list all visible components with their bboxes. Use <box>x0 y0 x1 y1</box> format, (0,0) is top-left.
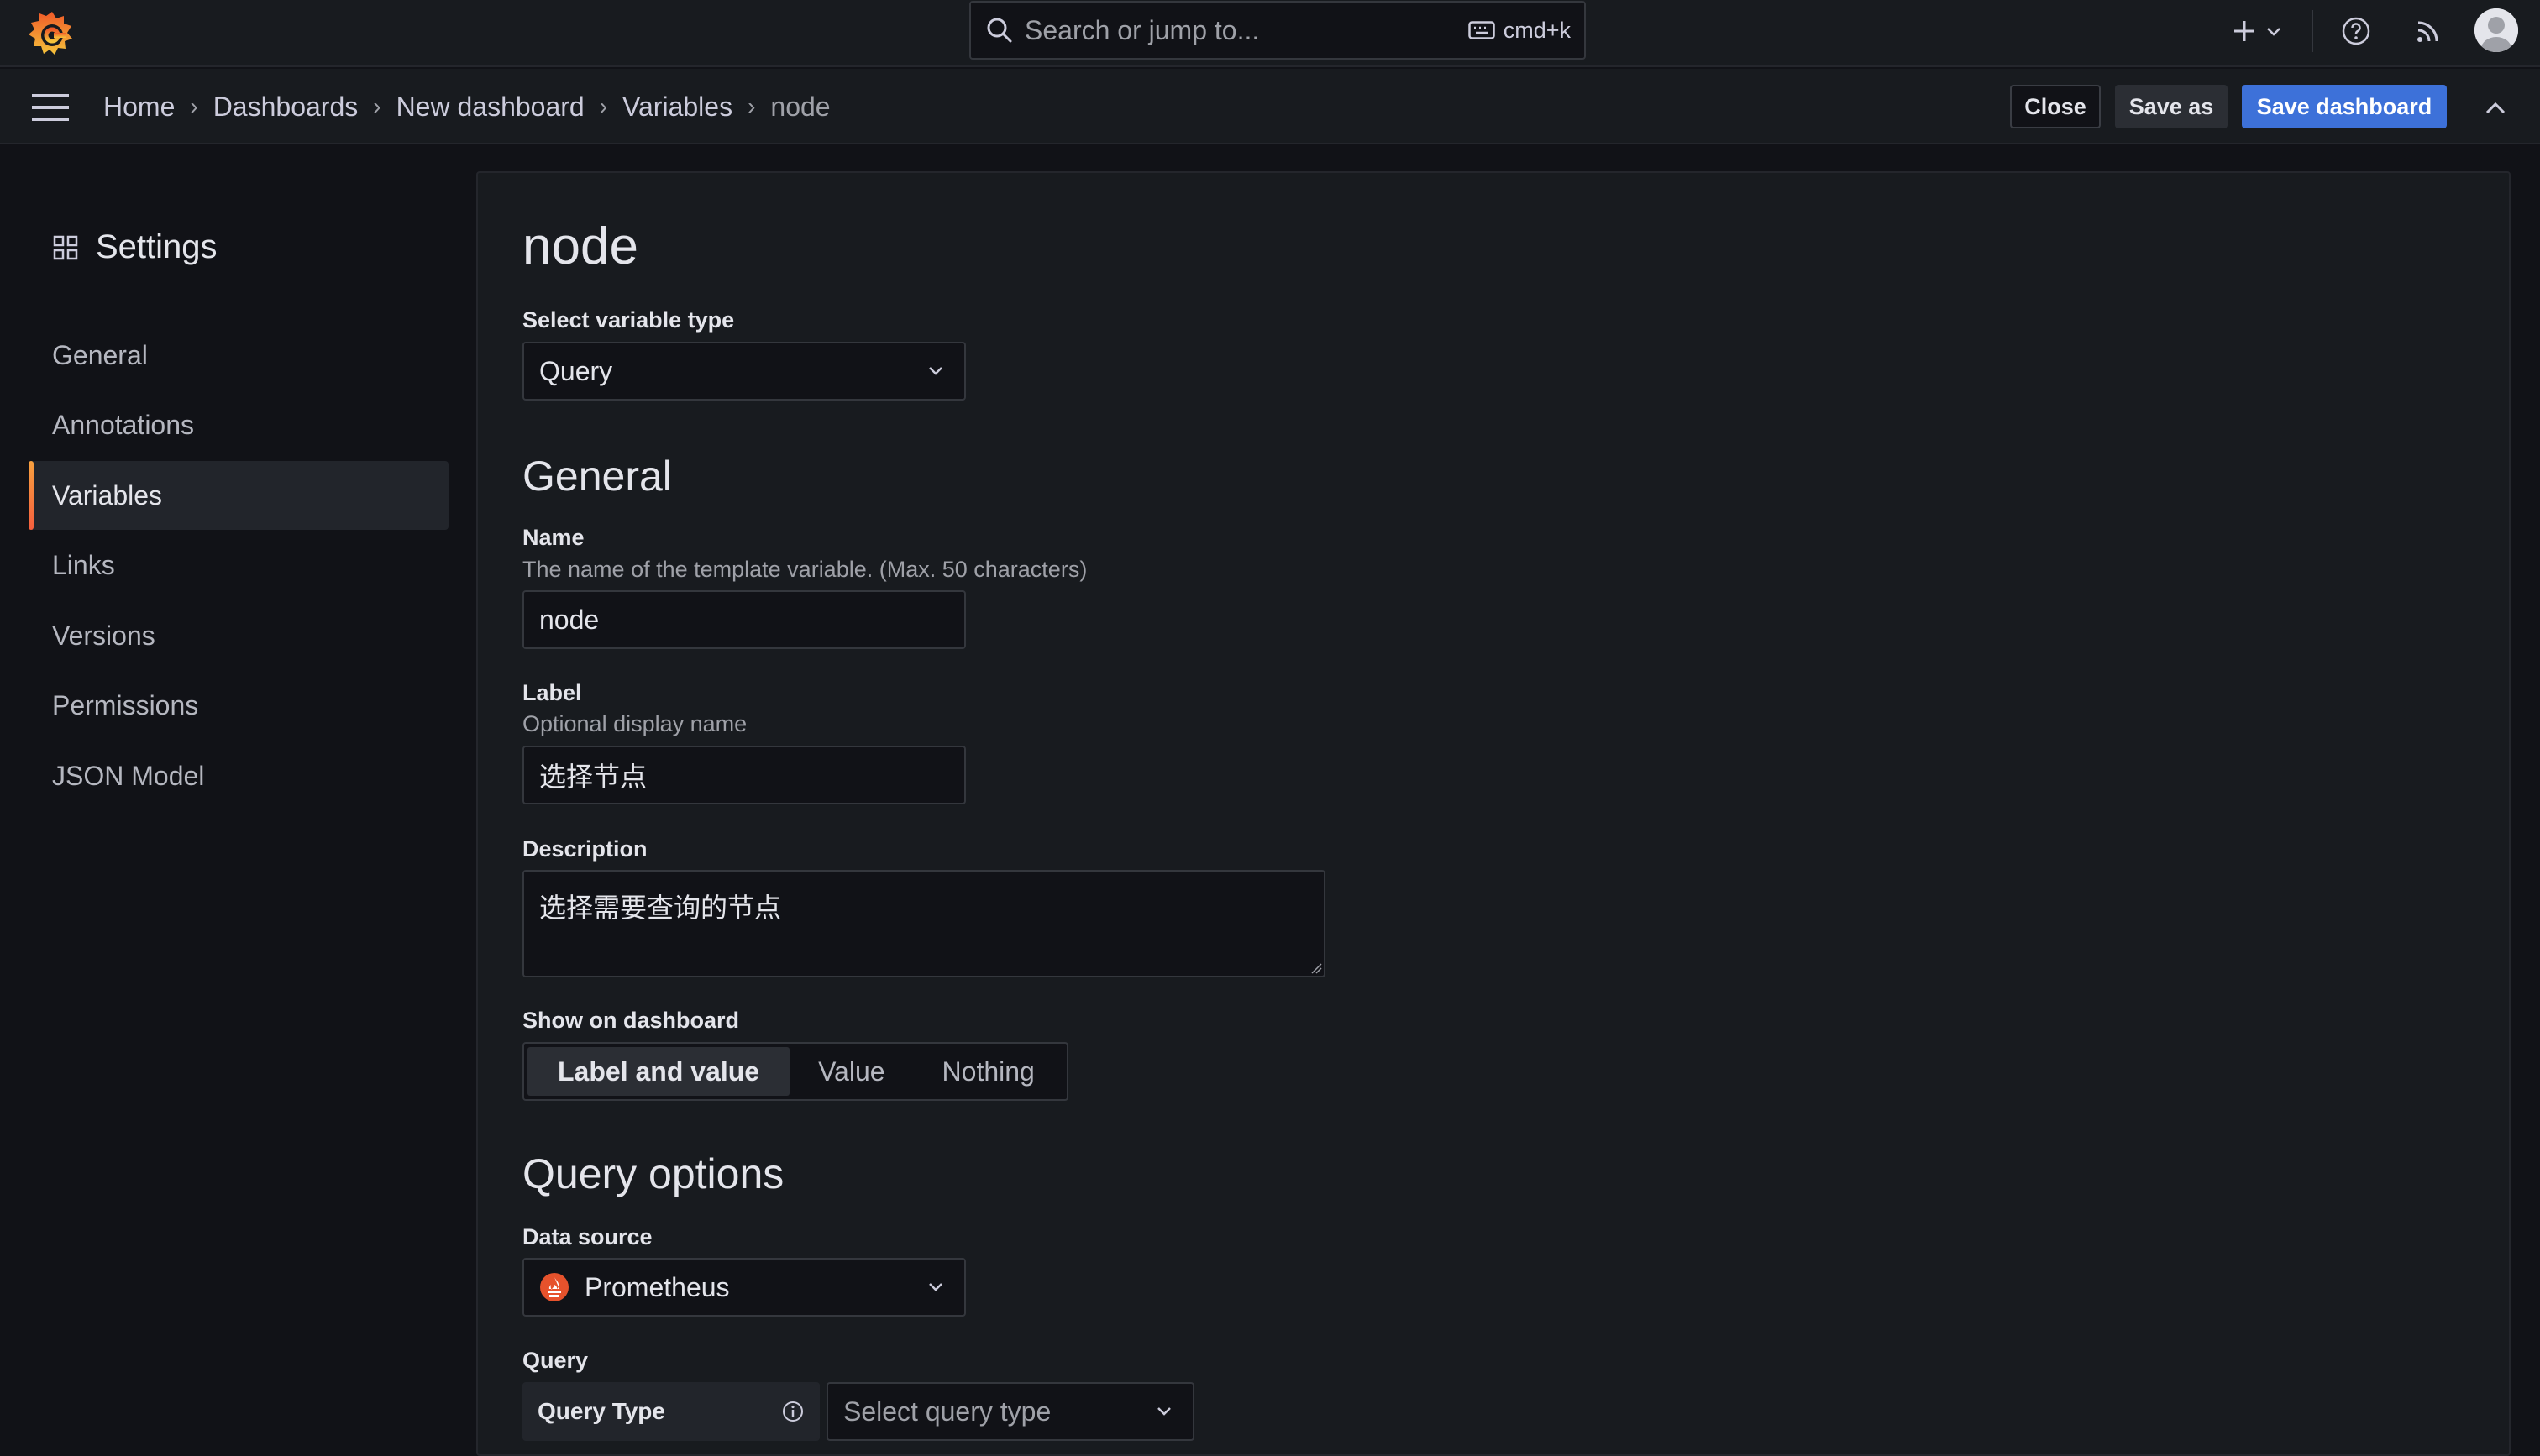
query-type-select[interactable]: Select query type <box>827 1382 1194 1441</box>
variable-type-value: Query <box>539 355 613 386</box>
breadcrumb-current: node <box>770 91 831 122</box>
settings-title-text: Settings <box>96 228 218 265</box>
prometheus-icon <box>540 1273 569 1301</box>
sidebar-item-annotations[interactable]: Annotations <box>29 390 449 459</box>
save-as-button[interactable]: Save as <box>2115 85 2228 128</box>
info-icon[interactable] <box>781 1400 805 1423</box>
description-textarea[interactable]: 选择需要查询的节点 <box>522 870 1325 977</box>
variable-type-label: Select variable type <box>522 307 735 333</box>
variable-type-select[interactable]: Query <box>522 342 966 401</box>
data-source-value: Prometheus <box>585 1271 730 1302</box>
chevron-down-icon <box>1157 1407 1171 1416</box>
sidebar-item-variables[interactable]: Variables <box>29 461 449 530</box>
label-input-value: 选择节点 <box>539 762 648 792</box>
shortcut-text: cmd+k <box>1503 17 1571 43</box>
toolbar-divider <box>2312 10 2313 52</box>
breadcrumb-home[interactable]: Home <box>103 92 175 123</box>
top-bar: Search or jump to... cmd+k <box>0 0 2540 67</box>
query-label: Query <box>522 1348 589 1373</box>
help-icon <box>2342 17 2370 45</box>
chevron-up-icon[interactable] <box>2481 94 2510 123</box>
radio-value[interactable]: Value <box>790 1047 913 1096</box>
apps-grid-icon <box>53 235 78 259</box>
resize-handle-icon[interactable] <box>1310 962 1322 974</box>
description-label: Description <box>522 836 648 862</box>
plus-icon <box>2234 21 2254 41</box>
chevron-down-icon <box>929 1283 942 1291</box>
search-icon <box>987 18 1012 43</box>
search-input[interactable]: Search or jump to... cmd+k <box>969 1 1586 60</box>
chevron-down-icon <box>929 367 942 375</box>
grafana-logo-icon[interactable] <box>25 7 79 60</box>
name-input-value: node <box>539 604 600 635</box>
search-placeholder: Search or jump to... <box>1025 14 1260 45</box>
page-title: node <box>522 217 638 275</box>
news-button[interactable] <box>2407 12 2449 50</box>
breadcrumb-separator-icon: › <box>748 93 756 119</box>
name-input[interactable]: node <box>522 590 966 649</box>
data-source-select[interactable]: Prometheus <box>522 1258 966 1317</box>
hamburger-menu-icon[interactable] <box>30 91 71 124</box>
breadcrumb-separator-icon: › <box>599 93 608 119</box>
name-label: Name <box>522 525 585 550</box>
breadcrumb-new-dashboard[interactable]: New dashboard <box>396 92 585 123</box>
settings-title: Settings <box>52 228 218 266</box>
data-source-label: Data source <box>522 1224 653 1249</box>
query-type-label-text: Query Type <box>538 1398 665 1424</box>
query-type-placeholder: Select query type <box>843 1396 1052 1427</box>
radio-label-and-value[interactable]: Label and value <box>527 1047 790 1096</box>
sidebar-item-links[interactable]: Links <box>29 531 449 600</box>
breadcrumb: Home › Dashboards › New dashboard › Vari… <box>103 87 831 126</box>
breadcrumb-separator-icon: › <box>373 93 381 119</box>
general-heading: General <box>522 453 672 500</box>
label-label: Label <box>522 680 582 705</box>
query-options-heading: Query options <box>522 1150 785 1197</box>
shortcut-hint: cmd+k <box>1467 17 1571 44</box>
sidebar-item-versions[interactable]: Versions <box>29 601 449 670</box>
radio-nothing[interactable]: Nothing <box>914 1047 1063 1096</box>
dashboard-toolbar: Home › Dashboards › New dashboard › Vari… <box>0 69 2540 144</box>
description-textarea-value: 选择需要查询的节点 <box>539 893 782 923</box>
new-menu-button[interactable] <box>2229 12 2285 50</box>
save-dashboard-button[interactable]: Save dashboard <box>2242 85 2447 128</box>
breadcrumb-dashboards[interactable]: Dashboards <box>213 92 359 123</box>
breadcrumb-separator-icon: › <box>190 93 198 119</box>
rss-icon <box>2417 21 2438 42</box>
query-type-label: Query Type <box>522 1382 820 1441</box>
user-avatar-icon[interactable] <box>2474 8 2518 52</box>
name-description: The name of the template variable. (Max.… <box>522 557 1088 582</box>
sidebar-item-permissions[interactable]: Permissions <box>29 671 449 740</box>
keyboard-icon <box>1467 21 1495 39</box>
show-on-dashboard-radio-group: Label and value Value Nothing <box>522 1042 1068 1101</box>
close-button[interactable]: Close <box>2010 85 2101 128</box>
chevron-down-icon <box>2267 28 2280 36</box>
sidebar-item-general[interactable]: General <box>29 321 449 390</box>
breadcrumb-variables[interactable]: Variables <box>622 92 732 123</box>
help-button[interactable] <box>2335 12 2377 50</box>
sidebar-item-json-model[interactable]: JSON Model <box>29 741 449 810</box>
show-on-dashboard-label: Show on dashboard <box>522 1008 740 1033</box>
label-input[interactable]: 选择节点 <box>522 746 966 804</box>
label-description: Optional display name <box>522 711 748 736</box>
